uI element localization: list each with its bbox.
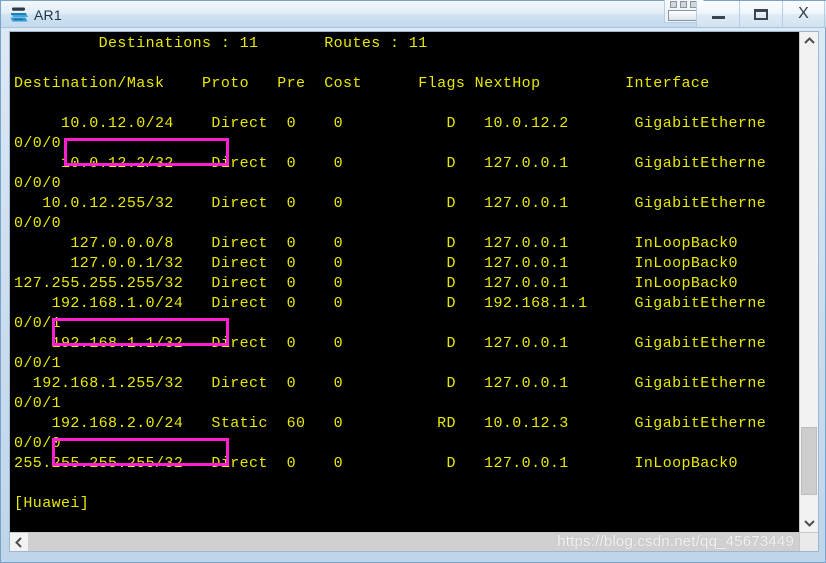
maximize-button[interactable] [739, 1, 782, 27]
close-icon: X [798, 5, 809, 22]
vertical-scroll-thumb[interactable] [801, 427, 817, 495]
scroll-left-button[interactable] [10, 533, 28, 551]
title-bar-left: AR1 [9, 4, 62, 26]
watermark-text: https://blog.csdn.net/qq_45673449 [557, 533, 794, 550]
chevron-left-icon [15, 536, 22, 548]
title-bar[interactable]: AR1 X [1, 0, 826, 28]
terminal-text: Destinations : 11 Routes : 11 Destinatio… [14, 35, 767, 512]
terminal-output[interactable]: Destinations : 11 Routes : 11 Destinatio… [10, 32, 799, 532]
minimize-icon [711, 16, 725, 19]
close-button[interactable]: X [782, 1, 825, 27]
scroll-up-button[interactable] [800, 32, 818, 50]
ar1-window: AR1 X Destinations : 11 Routes : 11 Dest… [0, 0, 826, 563]
tool-square-2 [680, 1, 687, 8]
window-controls: X [696, 1, 825, 28]
maximize-icon [754, 8, 768, 20]
scrollbar-corner [799, 532, 818, 551]
tool-square-1 [670, 1, 677, 8]
window-title: AR1 [34, 7, 62, 23]
chevron-down-icon [803, 520, 815, 527]
chevron-up-icon [803, 37, 815, 44]
router-icon [9, 6, 29, 24]
vertical-scrollbar[interactable] [799, 32, 818, 532]
terminal-frame: Destinations : 11 Routes : 11 Destinatio… [9, 31, 819, 552]
scroll-down-button[interactable] [800, 514, 818, 532]
minimize-button[interactable] [696, 1, 739, 27]
